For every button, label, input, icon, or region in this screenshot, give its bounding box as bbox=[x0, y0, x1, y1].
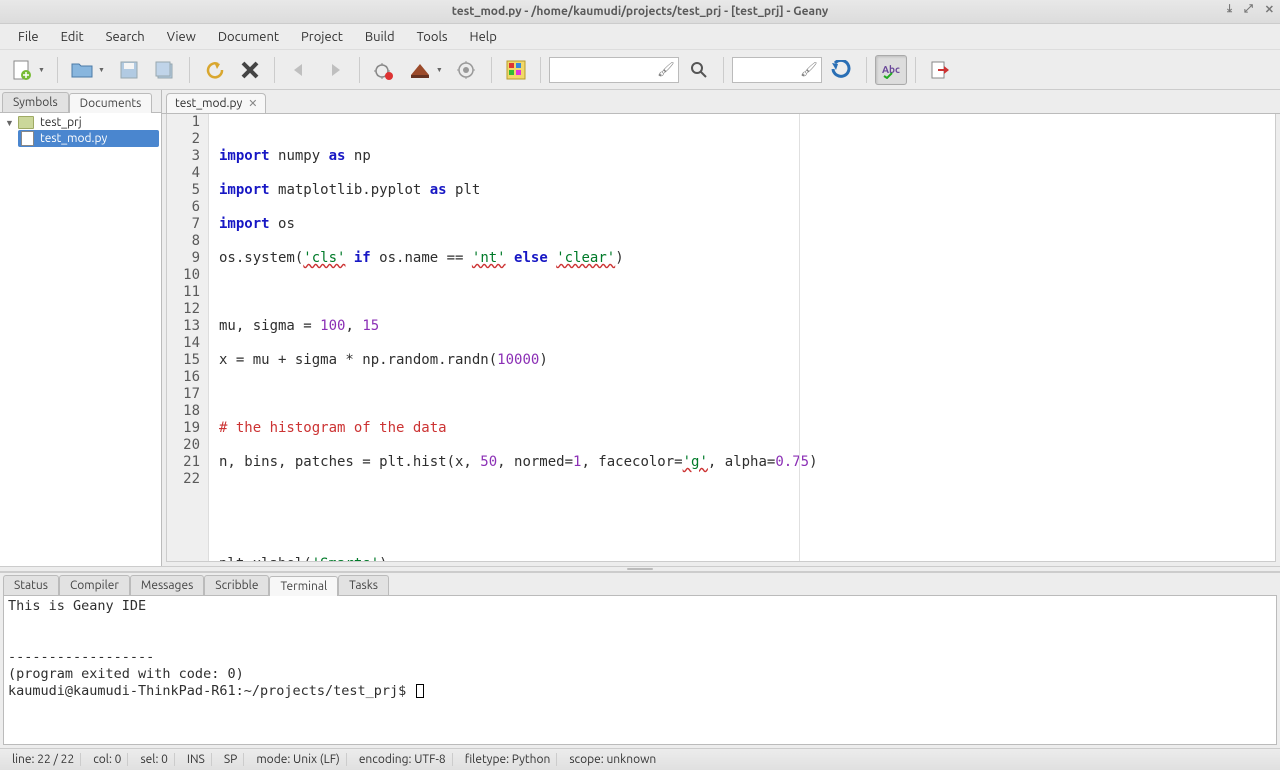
project-name: test_prj bbox=[40, 116, 82, 129]
code-area[interactable]: import numpy as np import matplotlib.pyp… bbox=[209, 114, 1275, 561]
status-filetype: filetype: Python bbox=[459, 753, 558, 766]
document-tree[interactable]: ▼ test_prj test_mod.py bbox=[0, 112, 161, 566]
tab-terminal[interactable]: Terminal bbox=[269, 576, 338, 596]
status-ins: INS bbox=[181, 753, 212, 766]
file-name: test_mod.py bbox=[40, 132, 107, 145]
tab-messages[interactable]: Messages bbox=[130, 575, 204, 595]
tab-compiler[interactable]: Compiler bbox=[59, 575, 130, 595]
status-sel: sel: 0 bbox=[134, 753, 174, 766]
tab-symbols[interactable]: Symbols bbox=[2, 92, 69, 112]
goto-button[interactable] bbox=[826, 55, 858, 85]
toolbar: ▼ ▼ ▼ 🖌 🖌 Abc bbox=[0, 50, 1280, 90]
tab-scribble[interactable]: Scribble bbox=[204, 575, 269, 595]
file-icon bbox=[21, 131, 37, 146]
build-dropdown[interactable]: ▼ bbox=[436, 66, 443, 74]
code-editor[interactable]: 12345678910111213141516171819202122 impo… bbox=[166, 114, 1276, 562]
execute-button[interactable] bbox=[451, 55, 483, 85]
folder-icon bbox=[18, 116, 37, 129]
menu-tools[interactable]: Tools bbox=[407, 27, 458, 47]
revert-button[interactable] bbox=[198, 55, 230, 85]
terminal[interactable]: This is Geany IDE ------------------ (pr… bbox=[3, 595, 1277, 745]
open-file-button[interactable] bbox=[66, 55, 98, 85]
status-sp: SP bbox=[218, 753, 244, 766]
open-file-dropdown[interactable]: ▼ bbox=[98, 66, 105, 74]
tab-documents[interactable]: Documents bbox=[69, 93, 153, 113]
brush-icon: 🖌 bbox=[800, 61, 818, 78]
bottom-panel: Status Compiler Messages Scribble Termin… bbox=[0, 572, 1280, 748]
terminal-output: This is Geany IDE ------------------ (pr… bbox=[8, 598, 244, 682]
content: Symbols Documents ▼ test_prj test_mod.py… bbox=[0, 90, 1280, 566]
editor-area: test_mod.py ✕ 12345678910111213141516171… bbox=[162, 90, 1280, 566]
status-mode: mode: Unix (LF) bbox=[250, 753, 347, 766]
minimize-icon[interactable]: ⤓ bbox=[1227, 3, 1232, 16]
window-title: test_mod.py - /home/kaumudi/projects/tes… bbox=[452, 5, 829, 18]
compile-button[interactable] bbox=[368, 55, 400, 85]
menu-file[interactable]: File bbox=[8, 27, 49, 47]
brush-icon: 🖌 bbox=[657, 61, 675, 78]
editor-tab-label: test_mod.py bbox=[175, 97, 242, 110]
editor-tabstrip: test_mod.py ✕ bbox=[162, 90, 1280, 114]
new-file-dropdown[interactable]: ▼ bbox=[38, 66, 45, 74]
editor-tab[interactable]: test_mod.py ✕ bbox=[166, 93, 266, 113]
close-file-button[interactable] bbox=[234, 55, 266, 85]
menu-build[interactable]: Build bbox=[355, 27, 405, 47]
menu-view[interactable]: View bbox=[157, 27, 206, 47]
quit-button[interactable] bbox=[924, 55, 956, 85]
status-line: line: 22 / 22 bbox=[6, 753, 81, 766]
nav-back-button[interactable] bbox=[283, 55, 315, 85]
close-icon[interactable]: ✕ bbox=[1265, 3, 1274, 16]
menu-project[interactable]: Project bbox=[291, 27, 353, 47]
status-encoding: encoding: UTF-8 bbox=[353, 753, 453, 766]
tab-status[interactable]: Status bbox=[3, 575, 59, 595]
find-input[interactable]: 🖌 bbox=[549, 57, 679, 83]
tab-tasks[interactable]: Tasks bbox=[338, 575, 389, 595]
build-button[interactable] bbox=[404, 55, 436, 85]
tree-file-row[interactable]: test_mod.py bbox=[18, 130, 159, 147]
spellcheck-toggle[interactable]: Abc bbox=[875, 55, 907, 85]
color-chooser-button[interactable] bbox=[500, 55, 532, 85]
save-all-button[interactable] bbox=[149, 55, 181, 85]
status-scope: scope: unknown bbox=[563, 753, 662, 766]
sidebar: Symbols Documents ▼ test_prj test_mod.py bbox=[0, 90, 162, 566]
menu-edit[interactable]: Edit bbox=[51, 27, 94, 47]
bottom-tabs: Status Compiler Messages Scribble Termin… bbox=[0, 573, 1280, 595]
sidebar-tabs: Symbols Documents bbox=[0, 90, 161, 112]
close-tab-icon[interactable]: ✕ bbox=[248, 97, 257, 110]
save-button[interactable] bbox=[113, 55, 145, 85]
disclosure-icon[interactable]: ▼ bbox=[5, 118, 15, 128]
nav-forward-button[interactable] bbox=[319, 55, 351, 85]
tree-project-row[interactable]: ▼ test_prj bbox=[2, 115, 159, 130]
status-col: col: 0 bbox=[87, 753, 128, 766]
find-button[interactable] bbox=[683, 55, 715, 85]
terminal-cursor bbox=[416, 684, 424, 698]
menubar: File Edit Search View Document Project B… bbox=[0, 24, 1280, 50]
menu-search[interactable]: Search bbox=[96, 27, 155, 47]
line-gutter: 12345678910111213141516171819202122 bbox=[167, 114, 209, 561]
menu-document[interactable]: Document bbox=[208, 27, 289, 47]
terminal-prompt: kaumudi@kaumudi-ThinkPad-R61:~/projects/… bbox=[8, 683, 414, 699]
goto-input[interactable]: 🖌 bbox=[732, 57, 822, 83]
maximize-icon[interactable]: ⤢ bbox=[1244, 3, 1253, 16]
statusbar: line: 22 / 22 col: 0 sel: 0 INS SP mode:… bbox=[0, 748, 1280, 770]
menu-help[interactable]: Help bbox=[460, 27, 507, 47]
margin-guide bbox=[799, 114, 800, 561]
new-file-button[interactable] bbox=[6, 55, 38, 85]
titlebar: test_mod.py - /home/kaumudi/projects/tes… bbox=[0, 0, 1280, 24]
